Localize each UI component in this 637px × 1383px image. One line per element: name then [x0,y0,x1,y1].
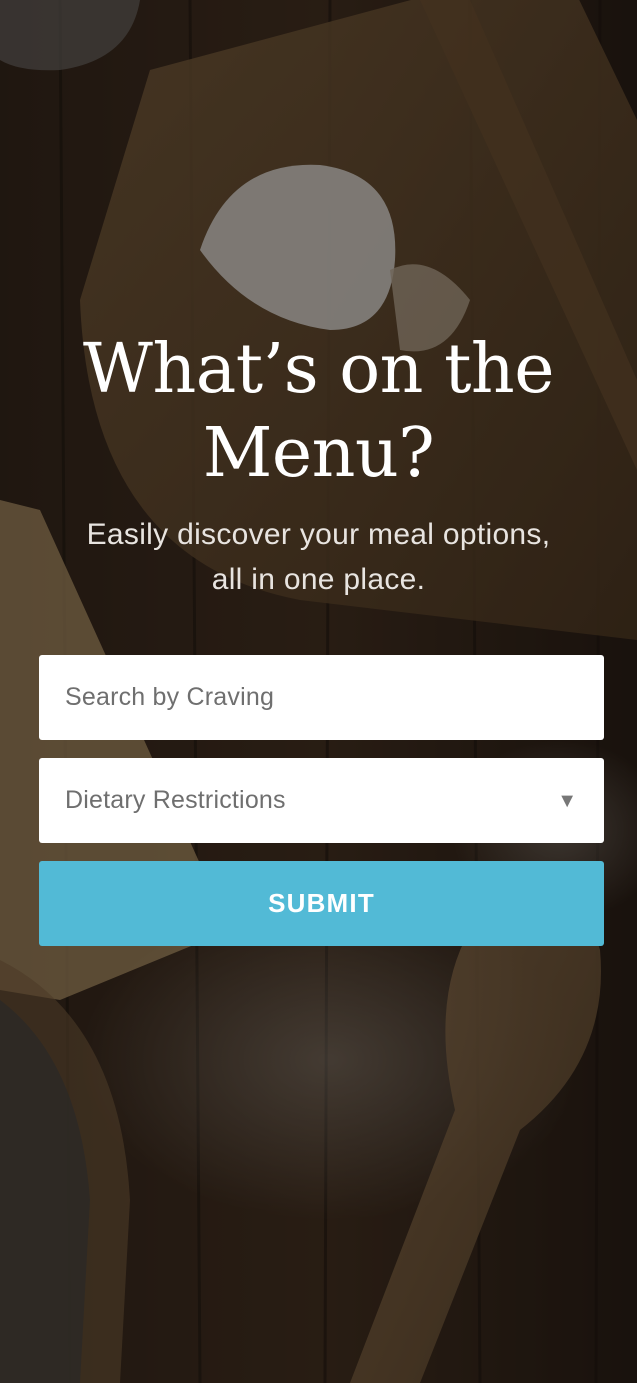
page-subtitle: Easily discover your meal options, all in… [40,512,597,602]
content-overlay: What’s on the Menu? Easily discover your … [0,0,637,1383]
title-line-1: What’s on the [83,330,554,409]
submit-button[interactable]: SUBMIT [39,861,604,946]
triangle-down-icon: ▼ [557,789,577,812]
subtitle-line-2: all in one place. [211,563,426,596]
dietary-restrictions-select[interactable]: Dietary Restrictions ▼ [39,758,604,843]
subtitle-line-1: Easily discover your meal options, [86,518,551,551]
dietary-restrictions-selected-value: Dietary Restrictions [65,786,286,814]
title-line-2: Menu? [202,414,435,493]
page-title: What’s on the Menu? [0,328,637,496]
search-input[interactable] [39,655,604,740]
